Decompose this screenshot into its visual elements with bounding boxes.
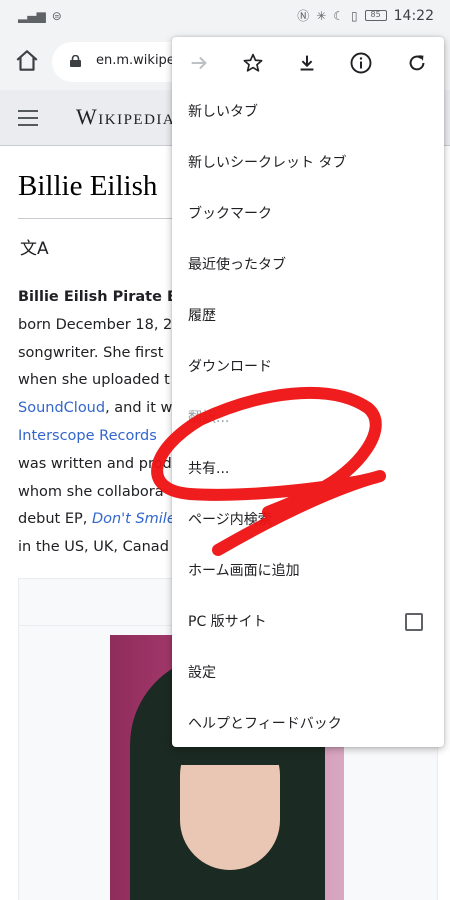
dont-smile-link[interactable]: Don't Smile	[92, 511, 176, 527]
dnd-moon-icon: ☾	[333, 8, 345, 23]
menu-item-settings[interactable]: 設定	[188, 651, 428, 695]
sync-icon: ⊜	[51, 9, 62, 23]
menu-item-new-incognito-tab[interactable]: 新しいシークレット タブ	[188, 141, 428, 185]
lock-icon	[70, 55, 81, 67]
clock: 14:22	[393, 7, 434, 24]
menu-item-translate[interactable]: 翻訳...	[188, 396, 428, 440]
menu-item-new-tab[interactable]: 新しいタブ	[188, 90, 428, 134]
vibrate-icon: ✳	[316, 8, 327, 23]
interscope-records-link[interactable]: Interscope Records	[18, 428, 157, 444]
battery-icon: 85	[364, 10, 387, 21]
menu-item-help-feedback[interactable]: ヘルプとフィードバック	[188, 702, 428, 746]
refresh-icon[interactable]	[404, 50, 430, 76]
forward-icon[interactable]	[186, 50, 212, 76]
vibrate-mode-icon: ▯	[351, 8, 358, 23]
hamburger-menu-icon[interactable]	[18, 110, 38, 126]
menu-item-bookmarks[interactable]: ブックマーク	[188, 192, 428, 236]
menu-item-downloads[interactable]: ダウンロード	[188, 345, 428, 389]
menu-icon-row	[172, 37, 444, 89]
star-icon[interactable]	[240, 50, 266, 76]
menu-item-desktop-site[interactable]: PC 版サイト	[188, 600, 428, 644]
menu-item-find-in-page[interactable]: ページ内検索	[188, 498, 428, 542]
text-fragment: , and it w	[105, 400, 173, 417]
dont-smile-link-text: Don't Smile	[91, 511, 176, 528]
nfc-icon: Ⓝ	[297, 9, 310, 23]
status-right: Ⓝ ✳ ☾ ▯ 85 14:22	[297, 7, 434, 24]
info-icon[interactable]	[348, 50, 374, 76]
menu-item-share[interactable]: 共有...	[188, 447, 428, 491]
menu-item-add-to-home-screen[interactable]: ホーム画面に追加	[188, 549, 428, 593]
menu-item-history[interactable]: 履歴	[188, 294, 428, 338]
menu-item-recent-tabs[interactable]: 最近使ったタブ	[188, 243, 428, 287]
overflow-menu: 新しいタブ 新しいシークレット タブ ブックマーク 最近使ったタブ 履歴 ダウン…	[172, 37, 444, 747]
status-left: ▂▄▆ ⊜	[18, 9, 62, 23]
subject-name: Billie Eilish Pirate Ba	[18, 289, 188, 305]
home-icon[interactable]	[14, 48, 40, 74]
wikipedia-logo[interactable]: Wikipedia	[76, 104, 175, 130]
desktop-site-checkbox[interactable]	[405, 613, 423, 631]
download-icon[interactable]	[294, 50, 320, 76]
language-icon[interactable]: 文A	[20, 234, 49, 259]
soundcloud-link[interactable]: SoundCloud	[18, 400, 105, 416]
url-text: en.m.wikipedia.org	[96, 53, 176, 68]
text-fragment: debut EP,	[18, 511, 92, 528]
page-title: Billie Eilish	[18, 170, 158, 202]
status-bar: ▂▄▆ ⊜ Ⓝ ✳ ☾ ▯ 85 14:22	[0, 0, 450, 34]
signal-icon: ▂▄▆	[18, 9, 46, 23]
